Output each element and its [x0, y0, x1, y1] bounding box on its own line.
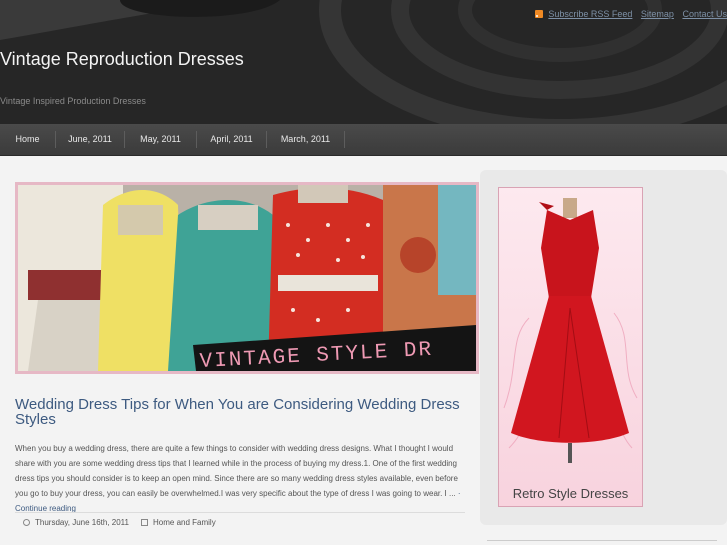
header-top-links: Subscribe RSS Feed Sitemap Contact Us: [534, 9, 727, 19]
site-tagline: Vintage Inspired Production Dresses: [0, 96, 146, 106]
contact-us-link[interactable]: Contact Us: [682, 9, 727, 19]
post-title-link[interactable]: Wedding Dress Tips for When You are Cons…: [15, 397, 465, 427]
folder-icon: [141, 519, 148, 526]
post-excerpt: When you buy a wedding dress, there are …: [15, 441, 465, 516]
post-category-link[interactable]: Home and Family: [153, 518, 216, 527]
post-meta: Thursday, June 16th, 2011 Home and Famil…: [15, 512, 465, 532]
dresses-photo: VINTAGE STYLE DR: [18, 185, 476, 371]
ad-label: Retro Style Dresses: [512, 486, 629, 501]
rss-icon[interactable]: [534, 10, 543, 18]
red-dress-image: [503, 198, 638, 463]
sidebar-divider: [487, 540, 717, 541]
featured-image[interactable]: VINTAGE STYLE DR: [15, 182, 479, 374]
clock-icon: [23, 519, 30, 526]
nav-item-march-2011[interactable]: March, 2011: [267, 131, 345, 148]
nav-item-home[interactable]: Home: [0, 131, 56, 148]
main-nav: Home June, 2011 May, 2011 April, 2011 Ma…: [0, 124, 727, 156]
sitemap-link[interactable]: Sitemap: [641, 9, 674, 19]
post-excerpt-text: When you buy a wedding dress, there are …: [15, 444, 458, 498]
nav-item-june-2011[interactable]: June, 2011: [56, 131, 125, 148]
post-date: Thursday, June 16th, 2011: [35, 518, 129, 527]
site-title[interactable]: Vintage Reproduction Dresses: [0, 49, 244, 70]
nav-item-april-2011[interactable]: April, 2011: [197, 131, 267, 148]
site-header: Subscribe RSS Feed Sitemap Contact Us Vi…: [0, 0, 727, 124]
subscribe-rss-link[interactable]: Subscribe RSS Feed: [548, 9, 632, 19]
retro-dresses-ad[interactable]: Retro Style Dresses: [498, 187, 643, 507]
nav-item-may-2011[interactable]: May, 2011: [125, 131, 197, 148]
